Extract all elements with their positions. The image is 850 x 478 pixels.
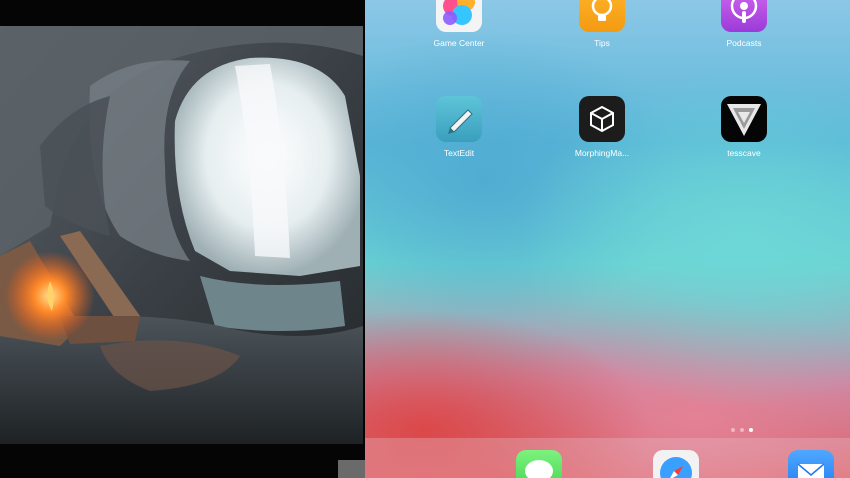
app-label: MorphingMa... bbox=[574, 148, 630, 158]
app-textedit[interactable]: TextEdit bbox=[414, 96, 504, 158]
app-tips[interactable]: Tips bbox=[557, 0, 647, 48]
safari-icon[interactable] bbox=[653, 450, 699, 478]
app-label: TextEdit bbox=[443, 148, 475, 158]
app-morphing[interactable]: MorphingMa... bbox=[557, 96, 647, 158]
dock bbox=[365, 438, 850, 478]
player-control-corner[interactable] bbox=[338, 460, 365, 478]
podcasts-icon bbox=[721, 0, 767, 32]
app-label: tesscave bbox=[727, 148, 761, 158]
page-dot-active bbox=[749, 428, 753, 432]
cave-scene-image bbox=[0, 26, 363, 444]
tesscave-icon bbox=[721, 96, 767, 142]
app-podcasts[interactable]: Podcasts bbox=[699, 0, 789, 48]
app-label: Tips bbox=[594, 38, 610, 48]
game-center-icon bbox=[436, 0, 482, 32]
messages-icon[interactable] bbox=[516, 450, 562, 478]
page-indicator[interactable] bbox=[731, 428, 753, 432]
cave-scene-frame bbox=[0, 26, 363, 444]
unity-icon bbox=[579, 96, 625, 142]
textedit-icon bbox=[436, 96, 482, 142]
app-label: Podcasts bbox=[726, 38, 762, 48]
mail-icon[interactable] bbox=[788, 450, 834, 478]
app-label: Game Center bbox=[433, 38, 485, 48]
page-dot bbox=[731, 428, 735, 432]
home-screen: Game Center Tips Podcasts TextEdit Morph… bbox=[365, 0, 850, 478]
video-pane[interactable] bbox=[0, 0, 365, 478]
tips-icon bbox=[579, 0, 625, 32]
app-game-center[interactable]: Game Center bbox=[414, 0, 504, 48]
page-dot bbox=[740, 428, 744, 432]
app-tesscave[interactable]: tesscave bbox=[699, 96, 789, 158]
